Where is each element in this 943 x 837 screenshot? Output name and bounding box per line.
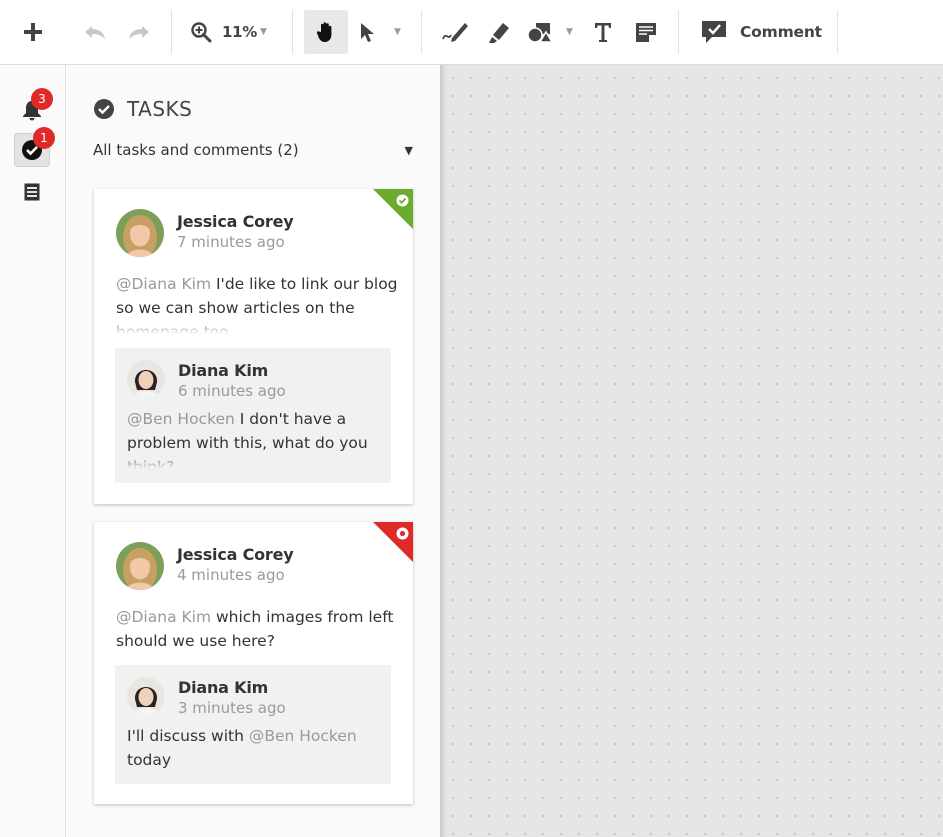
reply-text: I'll discuss with xyxy=(127,727,249,745)
redo-icon xyxy=(129,26,149,39)
mention-link[interactable]: @Diana Kim xyxy=(116,275,211,293)
pointer-icon xyxy=(361,23,374,42)
panel-header: TASKS xyxy=(93,97,192,121)
author-name[interactable]: Diana Kim xyxy=(178,678,286,697)
marker-tool-button[interactable] xyxy=(480,10,518,54)
avatar xyxy=(116,542,164,590)
comment-body: @Diana Kim which images from left should… xyxy=(116,605,401,655)
toolbar-divider xyxy=(837,10,838,54)
avatar xyxy=(116,209,164,257)
text-icon xyxy=(595,23,611,42)
timestamp: 4 minutes ago xyxy=(177,566,285,584)
reply-header: Diana Kim 6 minutes ago xyxy=(127,360,286,400)
open-task-icon xyxy=(396,527,409,540)
check-circle-icon xyxy=(94,99,114,119)
chevron-down-icon: ▼ xyxy=(566,27,573,37)
list-icon xyxy=(24,183,40,201)
plus-icon xyxy=(24,23,42,41)
task-card[interactable]: Jessica Corey 7 minutes ago @Diana Kim I… xyxy=(94,189,413,504)
panel-title: TASKS xyxy=(127,97,193,121)
toolbar-divider xyxy=(421,10,422,54)
mention-link[interactable]: @Diana Kim xyxy=(116,608,211,626)
reply-header: Diana Kim 3 minutes ago xyxy=(127,677,286,717)
notifications-button[interactable]: 3 xyxy=(14,88,53,127)
add-button[interactable] xyxy=(14,10,52,54)
chevron-down-icon: ▼ xyxy=(394,27,401,37)
filter-dropdown[interactable]: All tasks and comments (2) ▼ xyxy=(93,141,413,159)
zoom-control[interactable]: 11% ▼ xyxy=(190,10,280,54)
marker-icon xyxy=(489,23,509,43)
shapes-icon xyxy=(527,23,554,43)
shapes-tool-button[interactable]: ▼ xyxy=(522,10,580,54)
timestamp: 6 minutes ago xyxy=(178,382,286,400)
left-rail: 3 1 xyxy=(0,65,66,837)
tasks-panel: TASKS All tasks and comments (2) ▼ Jessi… xyxy=(67,65,440,837)
comment-header: Jessica Corey 7 minutes ago xyxy=(116,209,294,257)
reply-body: @Ben Hocken I don't have a problem with … xyxy=(127,407,382,469)
note-icon xyxy=(636,23,656,42)
note-tool-button[interactable] xyxy=(627,10,665,54)
author-name[interactable]: Jessica Corey xyxy=(177,545,294,564)
toolbar-divider xyxy=(292,10,293,54)
reply: Diana Kim 3 minutes ago I'll discuss wit… xyxy=(115,665,391,784)
design-canvas[interactable] xyxy=(440,65,943,837)
hand-icon xyxy=(316,22,332,42)
text-tool-button[interactable] xyxy=(584,10,622,54)
zoom-value: 11% xyxy=(222,23,258,41)
avatar xyxy=(127,360,165,398)
check-icon xyxy=(396,194,409,207)
mention-link[interactable]: @Ben Hocken xyxy=(127,410,235,428)
tasks-button[interactable]: 1 xyxy=(14,127,55,167)
reply-body: I'll discuss with @Ben Hocken today xyxy=(127,724,382,774)
hand-tool-button[interactable] xyxy=(304,10,348,54)
pen-icon xyxy=(442,23,468,42)
comment-button[interactable]: Comment xyxy=(690,10,830,54)
timestamp: 3 minutes ago xyxy=(178,699,286,717)
tasks-badge: 1 xyxy=(33,127,55,149)
caret-down-icon: ▼ xyxy=(404,143,413,157)
text-fade xyxy=(116,316,401,334)
comment-body: @Diana Kim I'de like to link our blog so… xyxy=(116,272,401,334)
pen-tool-button[interactable] xyxy=(436,10,474,54)
author-name[interactable]: Jessica Corey xyxy=(177,212,294,231)
undo-button[interactable] xyxy=(76,10,114,54)
timestamp: 7 minutes ago xyxy=(177,233,285,251)
author-name[interactable]: Diana Kim xyxy=(178,361,286,380)
comment-icon xyxy=(702,21,726,43)
toolbar: 11% ▼ ▼ ▼ Comment xyxy=(0,0,943,65)
reply: Diana Kim 6 minutes ago @Ben Hocken I do… xyxy=(115,348,391,483)
select-tool-button[interactable]: ▼ xyxy=(352,10,410,54)
zoom-in-icon xyxy=(191,22,212,43)
text-fade xyxy=(127,451,382,469)
reply-text: today xyxy=(127,751,172,769)
comment-header: Jessica Corey 4 minutes ago xyxy=(116,542,294,590)
redo-button[interactable] xyxy=(120,10,158,54)
comment-label: Comment xyxy=(740,23,822,41)
undo-icon xyxy=(85,26,105,39)
pages-list-button[interactable] xyxy=(14,175,50,209)
toolbar-divider xyxy=(171,10,172,54)
avatar xyxy=(127,677,165,715)
mention-link[interactable]: @Ben Hocken xyxy=(249,727,357,745)
filter-label: All tasks and comments (2) xyxy=(93,141,299,159)
task-card[interactable]: Jessica Corey 4 minutes ago @Diana Kim w… xyxy=(94,522,413,804)
toolbar-divider xyxy=(678,10,679,54)
chevron-down-icon: ▼ xyxy=(260,27,267,37)
notifications-badge: 3 xyxy=(31,88,53,110)
